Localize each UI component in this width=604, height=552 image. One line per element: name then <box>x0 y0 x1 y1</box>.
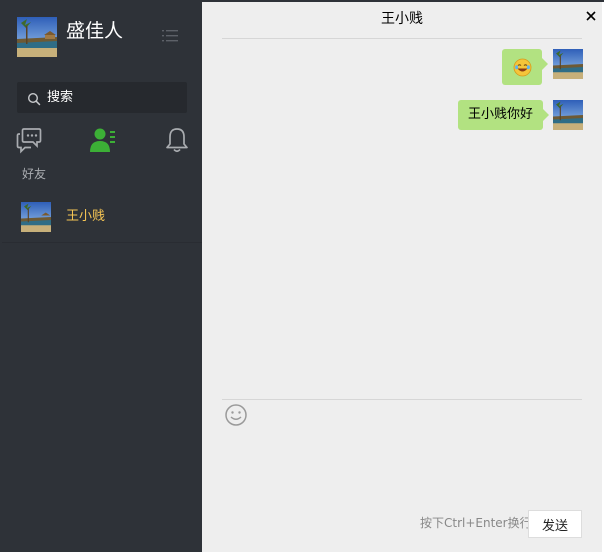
close-icon[interactable] <box>584 8 598 22</box>
contact-avatar <box>21 202 51 232</box>
bell-icon <box>166 128 188 153</box>
chat-panel: 王小贱 王小贱你好 按下Ctrl+Enter换行 发送 <box>202 2 602 552</box>
send-hint: 按下Ctrl+Enter换行 <box>420 516 532 530</box>
tab-contacts[interactable] <box>88 126 118 154</box>
search-box <box>17 82 187 113</box>
sender-avatar <box>553 100 583 130</box>
tab-notifications[interactable] <box>162 126 192 154</box>
sender-avatar <box>553 49 583 79</box>
profile-avatar[interactable] <box>17 17 57 57</box>
contacts-icon <box>90 128 115 152</box>
message-input[interactable] <box>222 432 582 506</box>
laughing-face-icon <box>513 58 532 77</box>
emoji-picker-button[interactable] <box>224 403 248 427</box>
tab-chats[interactable] <box>14 126 44 154</box>
chat-title: 王小贱 <box>222 2 582 39</box>
search-icon <box>27 91 41 106</box>
friends-section-label: 好友 <box>22 167 47 181</box>
chat-app-window: 盛佳人 搜索 好友 王小贱 王小贱 王小贱你好 按下Ctrl+Enter换行 发… <box>0 0 604 552</box>
chat-bubbles-icon <box>16 128 42 154</box>
contact-list-item[interactable]: 王小贱 <box>2 190 202 243</box>
smiley-icon <box>225 404 247 426</box>
profile-name: 盛佳人 <box>66 20 124 42</box>
message-bubble-text[interactable]: 王小贱你好 <box>457 100 550 130</box>
composer-divider <box>222 399 582 400</box>
search-input[interactable] <box>45 82 185 113</box>
landscape-avatar-image <box>17 17 57 57</box>
sidebar: 盛佳人 搜索 好友 王小贱 <box>2 2 202 552</box>
message-bubble-emoji[interactable] <box>502 49 548 85</box>
contact-name: 王小贱 <box>66 209 106 224</box>
menu-list-icon[interactable] <box>160 27 180 45</box>
send-button[interactable]: 发送 <box>528 510 582 538</box>
